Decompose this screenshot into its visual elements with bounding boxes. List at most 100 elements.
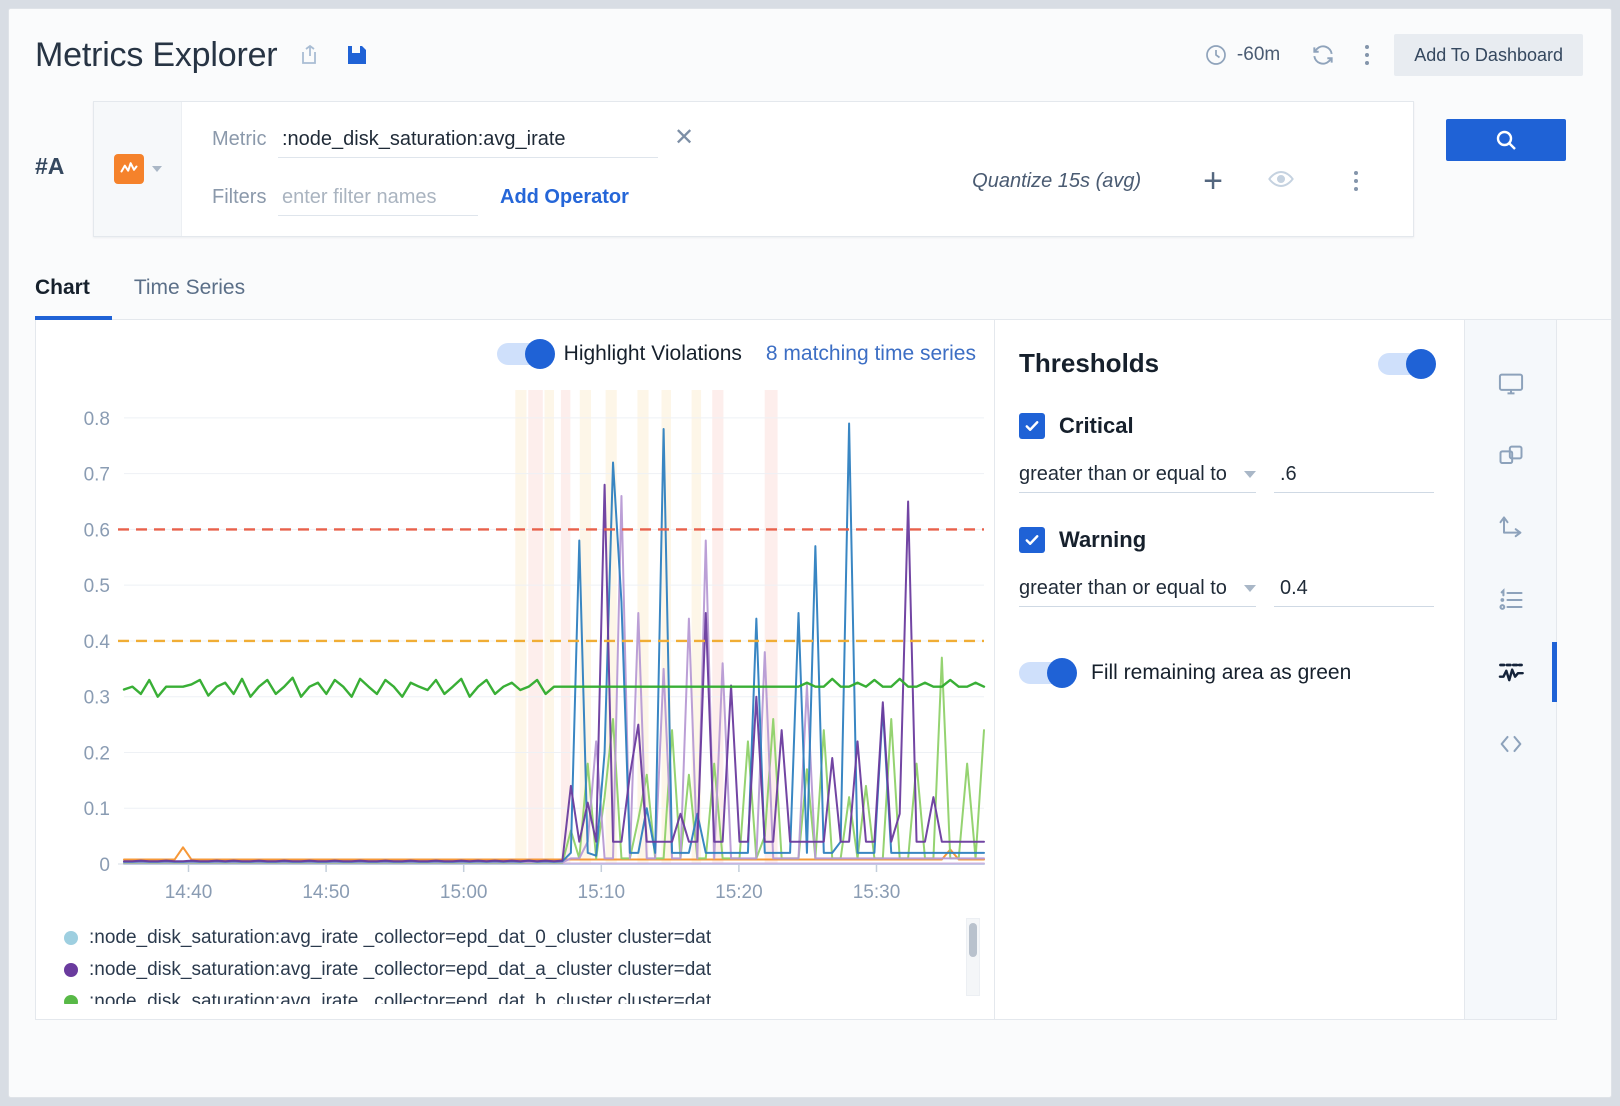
legend-label: :node_disk_saturation:avg_irate _collect…: [89, 927, 711, 949]
legend-label: :node_disk_saturation:avg_irate _collect…: [89, 959, 711, 981]
layers-icon[interactable]: [1465, 420, 1557, 492]
svg-text:0.3: 0.3: [84, 688, 110, 709]
chevron-down-icon: [1244, 471, 1256, 478]
critical-checkbox[interactable]: [1019, 413, 1045, 439]
legend-color-dot: [64, 963, 78, 977]
thresholds-panel: Thresholds Critical greater than or equa…: [995, 320, 1465, 1020]
svg-text:15:30: 15:30: [853, 882, 901, 903]
app-header: Metrics Explorer -60m: [9, 9, 1611, 101]
header-actions: -60m Add To Dashboard: [1204, 34, 1583, 76]
svg-text:15:00: 15:00: [440, 882, 488, 903]
search-icon: [1494, 128, 1518, 152]
add-operator-button[interactable]: Add Operator: [500, 186, 629, 209]
query-more-menu-icon[interactable]: [1345, 168, 1367, 194]
time-series-chart: 00.10.20.30.40.50.60.70.814:4014:5015:00…: [36, 372, 995, 912]
toggle-knob: [525, 339, 555, 369]
svg-text:14:50: 14:50: [302, 882, 350, 903]
metric-label: Metric: [212, 128, 278, 151]
refresh-icon[interactable]: [1306, 38, 1340, 72]
critical-checkbox-row: Critical: [1019, 413, 1434, 439]
query-actions: Quantize 15s (avg) +: [972, 102, 1413, 236]
active-indicator: [1552, 642, 1557, 702]
matching-series-link[interactable]: 8 matching time series: [766, 342, 976, 366]
query-id-label: #A: [35, 101, 93, 180]
fill-green-toggle[interactable]: [1019, 662, 1075, 684]
warning-operator-value: greater than or equal to: [1019, 577, 1227, 600]
chart-plot-area[interactable]: 00.10.20.30.40.50.60.70.814:4014:5015:00…: [36, 372, 995, 912]
save-floppy-icon[interactable]: [345, 43, 369, 67]
time-range-picker[interactable]: -60m: [1204, 43, 1280, 67]
query-builder-row: #A Metric ✕ Filters A: [9, 101, 1611, 261]
critical-label: Critical: [1059, 413, 1134, 439]
svg-text:15:20: 15:20: [715, 882, 763, 903]
chevron-down-icon: [1244, 585, 1256, 592]
chart-panel: Highlight Violations 8 matching time ser…: [35, 320, 995, 1020]
warning-checkbox-row: Warning: [1019, 527, 1434, 553]
legend-item[interactable]: :node_disk_saturation:avg_irate _collect…: [64, 954, 994, 986]
critical-value-input[interactable]: [1274, 463, 1434, 493]
svg-text:0.7: 0.7: [84, 465, 110, 486]
filters-label: Filters: [212, 186, 278, 209]
share-export-icon[interactable]: [299, 43, 323, 67]
fill-green-row: Fill remaining area as green: [1019, 661, 1434, 685]
critical-condition-row: greater than or equal to: [1019, 463, 1434, 493]
legend-item[interactable]: :node_disk_saturation:avg_irate _collect…: [64, 922, 994, 954]
eye-visibility-icon[interactable]: [1267, 165, 1295, 198]
legend-scrollbar-thumb[interactable]: [969, 923, 977, 957]
code-icon[interactable]: [1465, 708, 1557, 780]
thresholds-enable-toggle[interactable]: [1378, 353, 1434, 375]
visualization-type-picker[interactable]: [94, 102, 182, 236]
clock-icon: [1204, 43, 1228, 67]
clear-metric-icon[interactable]: ✕: [674, 126, 694, 150]
thresholds-title: Thresholds: [1019, 348, 1159, 379]
tab-chart[interactable]: Chart: [35, 262, 112, 320]
legend-scrollbar[interactable]: [966, 918, 980, 996]
quantize-label[interactable]: Quantize 15s (avg): [972, 170, 1141, 193]
critical-operator-select[interactable]: greater than or equal to: [1019, 463, 1256, 493]
query-card: Metric ✕ Filters Add Operator Quantize 1…: [93, 101, 1414, 237]
monitor-icon[interactable]: [1465, 348, 1557, 420]
time-range-label: -60m: [1237, 44, 1280, 66]
chart-legend: :node_disk_saturation:avg_irate _collect…: [36, 912, 994, 1004]
warning-operator-select[interactable]: greater than or equal to: [1019, 577, 1256, 607]
highlight-violations-control: Highlight Violations: [497, 342, 742, 366]
add-to-dashboard-button[interactable]: Add To Dashboard: [1394, 34, 1583, 76]
warning-value-input[interactable]: [1274, 577, 1434, 607]
toggle-knob: [1047, 658, 1077, 688]
thresholds-header: Thresholds: [1019, 348, 1434, 379]
run-search-button[interactable]: [1446, 119, 1566, 161]
svg-text:14:40: 14:40: [165, 882, 213, 903]
threshold-chart-icon[interactable]: [1465, 636, 1557, 708]
metric-field-row: Metric ✕: [212, 126, 972, 158]
toggle-knob: [1406, 349, 1436, 379]
svg-text:15:10: 15:10: [578, 882, 626, 903]
title-group: Metrics Explorer: [35, 36, 369, 75]
critical-operator-value: greater than or equal to: [1019, 463, 1227, 486]
main-content: Highlight Violations 8 matching time ser…: [35, 320, 1585, 1020]
filters-input[interactable]: [278, 184, 478, 216]
metric-input[interactable]: [278, 126, 658, 158]
legend-color-dot: [64, 995, 78, 1004]
warning-checkbox[interactable]: [1019, 527, 1045, 553]
line-chart-icon: [114, 154, 144, 184]
highlight-violations-toggle[interactable]: [497, 343, 553, 365]
svg-text:0.5: 0.5: [84, 576, 110, 597]
warning-label: Warning: [1059, 527, 1146, 553]
svg-text:0.2: 0.2: [84, 743, 110, 764]
axes-icon[interactable]: [1465, 492, 1557, 564]
svg-text:0: 0: [99, 855, 110, 876]
fill-green-label: Fill remaining area as green: [1091, 661, 1351, 685]
tab-time-series[interactable]: Time Series: [134, 262, 267, 320]
svg-text:0.6: 0.6: [84, 520, 110, 541]
view-tabs: Chart Time Series: [35, 261, 1611, 320]
warning-condition-row: greater than or equal to: [1019, 577, 1434, 607]
legend-item[interactable]: :node_disk_saturation:avg_irate _collect…: [64, 986, 994, 1004]
svg-text:0.4: 0.4: [84, 632, 111, 653]
add-query-icon[interactable]: +: [1203, 164, 1223, 198]
legend-color-dot: [64, 931, 78, 945]
header-more-menu-icon[interactable]: [1356, 42, 1378, 68]
legend-label: :node_disk_saturation:avg_irate _collect…: [89, 991, 711, 1004]
chevron-down-icon: [152, 166, 162, 172]
list-icon[interactable]: [1465, 564, 1557, 636]
query-fields: Metric ✕ Filters Add Operator: [182, 102, 972, 236]
